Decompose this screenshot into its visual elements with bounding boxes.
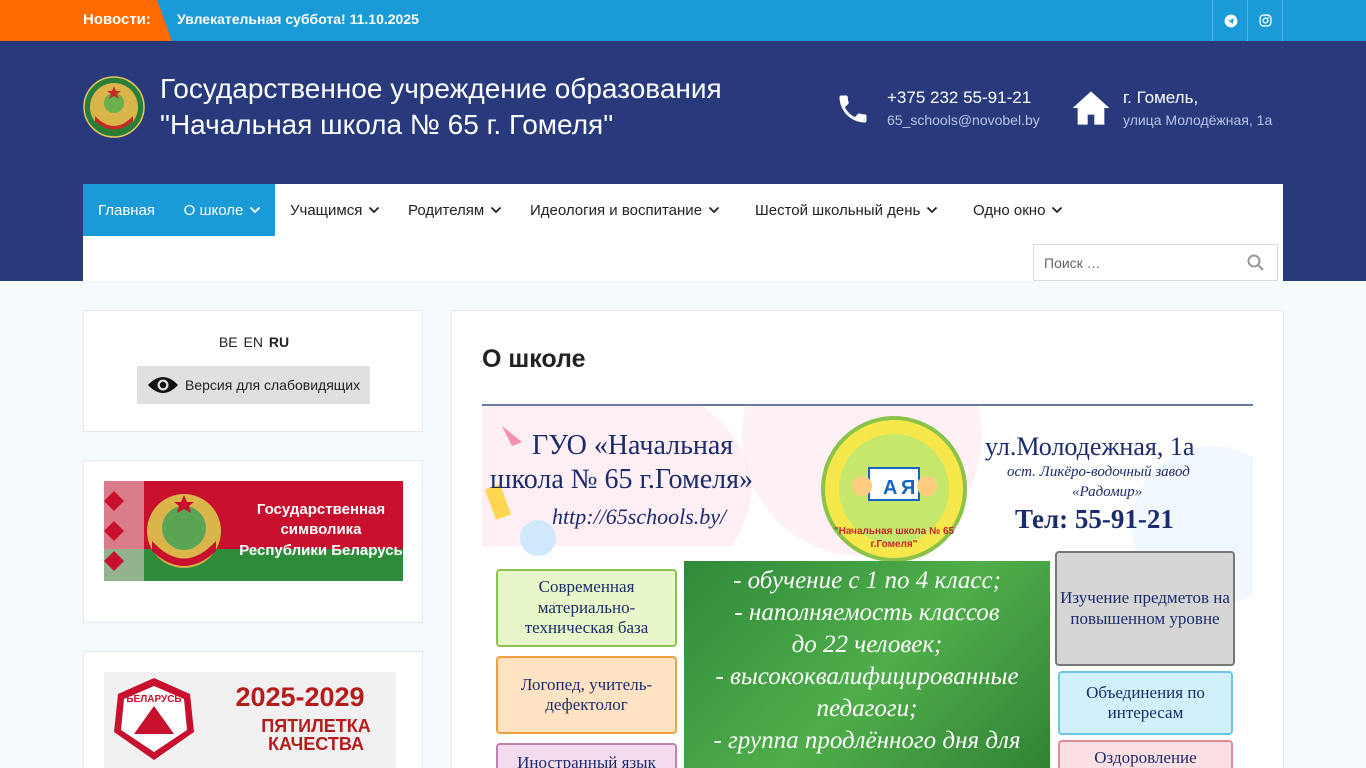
- main-navigation: Главная О школе Учащимся Родителям Идеол…: [83, 184, 1283, 281]
- lang-en[interactable]: EN: [244, 334, 263, 350]
- search-box: [1033, 244, 1278, 281]
- nav-item-about[interactable]: О школе: [170, 184, 275, 236]
- chevron-down-icon: [369, 206, 380, 214]
- banner-symbol-line2: символика: [280, 521, 362, 538]
- quality-five-year-banner[interactable]: БЕЛАРУСЬ 2025-2029 ПЯТИЛЕТКА КАЧЕСТВА: [104, 672, 396, 768]
- svg-text:Я: Я: [901, 477, 915, 499]
- poster-stop-1: ост. Ликёро-водочный завод: [1007, 464, 1190, 480]
- poster-green-line: - обучение с 1 по 4 класс;: [733, 567, 1001, 594]
- search-input[interactable]: [1034, 245, 1234, 280]
- banner-five-badge: БЕЛАРУСЬ: [126, 694, 181, 705]
- poster-stop-2: «Радомир»: [1072, 484, 1143, 500]
- chevron-down-icon: [927, 206, 938, 214]
- poster-scroll-left: Современная материально-техническая база: [496, 569, 677, 647]
- nav-item-label: Учащимся: [290, 201, 363, 219]
- nav-item-ideology[interactable]: Идеология и воспитание: [530, 184, 720, 236]
- contact-city: г. Гомель,: [1123, 88, 1199, 107]
- state-symbols-widget: Государственная символика Республики Бел…: [83, 460, 423, 623]
- state-symbols-banner[interactable]: Государственная символика Республики Бел…: [104, 481, 403, 581]
- nav-item-label: Главная: [97, 201, 156, 219]
- chevron-down-icon: [708, 206, 720, 214]
- lang-ru[interactable]: RU: [269, 334, 289, 350]
- contact-email[interactable]: 65_schools@novobel.by: [887, 112, 1040, 128]
- poster-scroll-right: Изучение предметов на повышенном уровне: [1055, 551, 1235, 666]
- chevron-down-icon: [1052, 206, 1063, 214]
- state-symbols-image: Государственная символика Республики Бел…: [104, 481, 403, 581]
- accessibility-label: Версия для слабовидящих: [185, 377, 361, 393]
- poster-scroll-right: Оздоровление: [1058, 740, 1233, 768]
- school-info-poster: ГУО «Начальная школа № 65 г.Гомеля» http…: [482, 404, 1253, 768]
- site-title-line2[interactable]: "Начальная школа № 65 г. Гомеля": [160, 109, 613, 141]
- language-switcher: BE EN RU: [84, 334, 424, 350]
- banner-symbol-line1: Государственная: [257, 501, 385, 518]
- svg-text:А: А: [883, 477, 897, 499]
- phone-icon: [839, 95, 867, 123]
- poster-scroll-left: Логопед, учитель-дефектолог: [496, 656, 677, 734]
- home-icon: [1072, 91, 1110, 125]
- contact-phone[interactable]: +375 232 55-91-21: [887, 88, 1031, 108]
- nav-item-students[interactable]: Учащимся: [290, 184, 380, 236]
- banner-five-line1: ПЯТИЛЕТКА: [261, 716, 370, 736]
- chevron-down-icon: [250, 206, 261, 214]
- telegram-link[interactable]: [1212, 0, 1248, 41]
- nav-item-label: Шестой школьный день: [755, 201, 921, 219]
- belarus-emblem-logo[interactable]: [83, 76, 145, 138]
- poster-scroll-left: Иностранный язык: [496, 743, 677, 768]
- nav-item-label: Одно окно: [973, 201, 1046, 219]
- quality-five-year-widget: БЕЛАРУСЬ 2025-2029 ПЯТИЛЕТКА КАЧЕСТВА: [83, 651, 423, 768]
- banner-five-line2: КАЧЕСТВА: [268, 734, 364, 754]
- banner-symbol-line3: Республики Беларусь: [239, 542, 403, 559]
- banner-five-years: 2025-2029: [235, 682, 364, 712]
- quality-five-year-image: БЕЛАРУСЬ 2025-2029 ПЯТИЛЕТКА КАЧЕСТВА: [104, 672, 396, 768]
- nav-item-one-window[interactable]: Одно окно: [973, 184, 1063, 236]
- news-label-block: Новости:: [0, 0, 172, 41]
- poster-site: http://65schools.by/: [552, 504, 727, 529]
- instagram-icon: [1258, 14, 1272, 27]
- poster-school-name-2: школа № 65 г.Гомеля»: [490, 464, 754, 495]
- poster-school-name-1: ГУО «Начальная: [532, 430, 734, 461]
- page-title: О школе: [482, 345, 586, 373]
- site-title-line1[interactable]: Государственное учреждение образования: [160, 73, 722, 105]
- instagram-link[interactable]: [1247, 0, 1283, 41]
- poster-scroll-right: Объединения по интересам: [1058, 671, 1233, 735]
- poster-green-line: педагоги;: [816, 695, 918, 722]
- nav-item-sixth-day[interactable]: Шестой школьный день: [755, 184, 938, 236]
- poster-green-line: - высококвалифицированные: [715, 663, 1019, 690]
- telegram-icon: [1224, 14, 1237, 27]
- news-ticker-link[interactable]: Увлекательная суббота! 11.10.2025: [177, 11, 419, 27]
- nav-item-home[interactable]: Главная: [83, 184, 170, 236]
- eye-icon: [148, 377, 178, 393]
- language-widget: BE EN RU Версия для слабовидящих: [83, 310, 423, 432]
- nav-item-label: Идеология и воспитание: [530, 201, 703, 219]
- poster-phone: Тел: 55-91-21: [1015, 504, 1174, 534]
- logo-caption-2: г.Гомеля": [871, 539, 918, 550]
- school-logo-emblem: А Я "Начальная школа № 65 г.Гомеля": [821, 416, 967, 562]
- poster-green-line: - группа продлённого дня для: [713, 727, 1021, 754]
- nav-item-label: Родителям: [408, 201, 485, 219]
- poster-address: ул.Молодежная, 1а: [985, 432, 1195, 461]
- accessibility-version-button[interactable]: Версия для слабовидящих: [137, 366, 370, 404]
- lang-be[interactable]: BE: [219, 334, 238, 350]
- news-topbar: Новости: Увлекательная суббота! 11.10.20…: [0, 0, 1366, 41]
- logo-caption-1: "Начальная школа № 65: [834, 526, 955, 537]
- nav-item-label: О школе: [183, 201, 244, 219]
- poster-green-panel: - обучение с 1 по 4 класс; - наполняемос…: [684, 561, 1050, 768]
- chevron-down-icon: [491, 206, 502, 214]
- contact-street: улица Молодёжная, 1а: [1123, 112, 1273, 128]
- main-content: О школе ГУО «Начальная школа № 65 г.Гоме…: [451, 310, 1284, 768]
- search-icon[interactable]: [1246, 253, 1266, 273]
- news-label: Новости:: [83, 11, 151, 28]
- nav-item-parents[interactable]: Родителям: [408, 184, 502, 236]
- poster-green-line: до 22 человек;: [791, 631, 943, 658]
- poster-green-line: - наполняемость классов: [734, 599, 1000, 626]
